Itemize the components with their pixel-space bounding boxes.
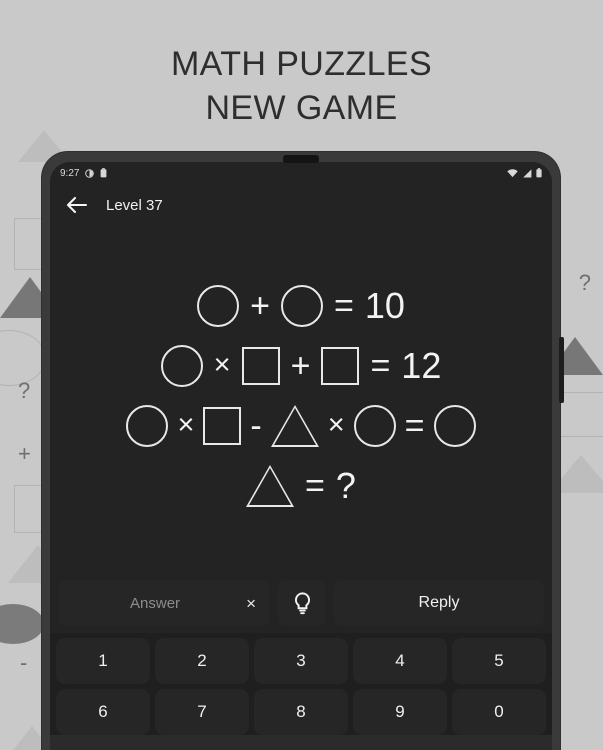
shape-circle <box>197 284 240 327</box>
battery-saver-icon <box>100 168 107 178</box>
back-button[interactable] <box>66 196 88 214</box>
equation-row-2: × + = 12 <box>64 344 538 387</box>
equation-row-4: = ? <box>64 464 538 507</box>
equation-result: 10 <box>364 284 405 326</box>
operator-equals: = <box>305 466 325 505</box>
phone-mockup: 9:27 Level 37 + = 10 × + = 12 × - × = = … <box>42 152 564 750</box>
key-3[interactable]: 3 <box>254 638 348 684</box>
key-8[interactable]: 8 <box>254 689 348 735</box>
signal-icon <box>522 168 532 178</box>
lightbulb-icon <box>293 591 312 615</box>
operator-equals: = <box>404 406 425 445</box>
key-6[interactable]: 6 <box>56 689 150 735</box>
shape-circle <box>126 404 169 447</box>
key-0[interactable]: 0 <box>452 689 546 735</box>
decor-square-outline <box>559 392 603 437</box>
promo-title: MATH PUZZLES NEW GAME <box>0 42 603 130</box>
key-2[interactable]: 2 <box>155 638 249 684</box>
promo-title-line-2: NEW GAME <box>205 89 398 127</box>
key-7[interactable]: 7 <box>155 689 249 735</box>
numeric-keypad: 1 2 3 4 5 6 7 8 9 0 <box>50 633 552 735</box>
operator-minus: - <box>250 406 262 445</box>
decor-symbol-minus: - <box>20 650 28 675</box>
keypad-row-2: 6 7 8 9 0 <box>56 689 546 735</box>
shape-circle <box>280 284 323 327</box>
operator-equals: = <box>370 346 391 385</box>
equation-row-3: × - × = <box>64 404 538 447</box>
status-bar-right <box>507 168 542 178</box>
wifi-icon <box>507 168 518 178</box>
shape-square <box>321 346 360 385</box>
battery-icon <box>536 168 542 178</box>
promo-title-line-1: MATH PUZZLES <box>170 45 433 83</box>
equation-result: 12 <box>401 344 442 386</box>
status-bar-time: 9:27 <box>60 167 80 179</box>
shape-triangle <box>246 464 295 507</box>
brightness-icon <box>85 168 95 178</box>
key-9[interactable]: 9 <box>353 689 447 735</box>
operator-plus: + <box>290 346 311 385</box>
phone-screen: 9:27 Level 37 + = 10 × + = 12 × - × = = … <box>50 162 552 750</box>
reply-button-label: Reply <box>418 594 460 611</box>
keypad-row-1: 1 2 3 4 5 <box>56 638 546 684</box>
decor-symbol-question: ? <box>578 270 591 295</box>
decor-ellipse-filled <box>0 604 44 644</box>
shape-circle <box>433 404 476 447</box>
reply-button[interactable]: Reply <box>334 580 544 626</box>
clear-answer-button[interactable]: × <box>238 595 256 612</box>
operator-multiply: × <box>213 349 231 381</box>
shape-circle <box>353 404 396 447</box>
decor-symbol-question: ? <box>18 378 31 403</box>
key-1[interactable]: 1 <box>56 638 150 684</box>
hint-button[interactable] <box>278 580 326 626</box>
equation-row-1: + = 10 <box>64 284 538 327</box>
answer-bar: Answer × Reply <box>50 573 552 633</box>
operator-multiply: × <box>327 409 345 441</box>
operator-plus: + <box>250 286 270 325</box>
operator-multiply: × <box>177 409 195 441</box>
status-bar-left: 9:27 <box>60 168 107 179</box>
phone-notch <box>283 155 319 163</box>
answer-input[interactable]: Answer × <box>58 580 270 626</box>
key-5[interactable]: 5 <box>452 638 546 684</box>
status-bar: 9:27 <box>50 162 552 184</box>
puzzle-area: + = 10 × + = 12 × - × = = ? <box>50 226 552 573</box>
shape-circle <box>160 344 203 387</box>
operator-equals: = <box>333 286 354 325</box>
shape-square <box>203 406 242 445</box>
decor-symbol-plus: + <box>18 441 31 466</box>
shape-square <box>241 346 280 385</box>
key-4[interactable]: 4 <box>353 638 447 684</box>
shape-triangle <box>270 404 319 447</box>
page-title: Level 37 <box>106 196 163 214</box>
phone-side-button <box>559 337 564 403</box>
app-bar: Level 37 <box>50 184 552 226</box>
answer-input-placeholder: Answer <box>130 594 181 612</box>
unknown-value: ? <box>335 464 356 506</box>
